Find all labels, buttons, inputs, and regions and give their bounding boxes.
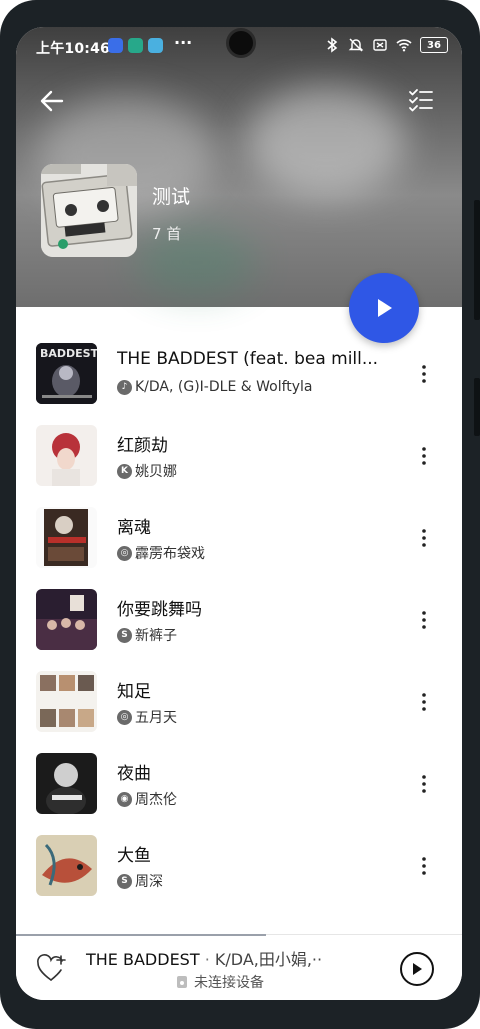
power-button xyxy=(474,378,480,436)
no-sim-icon xyxy=(373,39,387,51)
play-icon xyxy=(378,299,392,317)
more-options-icon[interactable] xyxy=(416,609,432,631)
list-item[interactable]: 离魂 ◎ 霹雳布袋戏 xyxy=(16,497,462,579)
album-art-dayu xyxy=(36,835,97,896)
bluetooth-icon xyxy=(327,37,338,53)
song-title: 红颜劫 xyxy=(117,436,168,456)
list-item[interactable]: 你要跳舞吗 S 新裤子 xyxy=(16,579,462,661)
more-notifications-icon: ··· xyxy=(174,33,193,52)
qq-music-icon: ◉ xyxy=(117,791,132,807)
playlist-title: 测试 xyxy=(152,186,191,208)
album-art xyxy=(36,507,97,568)
list-item[interactable]: BADDEST THE BADDEST (feat. bea mill... ♪… xyxy=(16,333,462,415)
more-options-icon[interactable] xyxy=(416,527,432,549)
music-note-icon: ♪ xyxy=(117,379,132,395)
list-item[interactable]: 红颜劫 K 姚贝娜 xyxy=(16,415,462,497)
song-artist: 周杰伦 xyxy=(135,792,177,808)
song-artist: 姚贝娜 xyxy=(135,464,177,480)
kugou-icon: K xyxy=(117,463,132,479)
music-app-s-icon: S xyxy=(117,627,132,643)
song-title: 知足 xyxy=(117,682,151,702)
netease-music-icon: ◎ xyxy=(117,545,132,561)
song-artist: 五月天 xyxy=(135,710,177,726)
album-art-hongyanjie xyxy=(36,425,97,486)
list-item[interactable]: 大鱼 S 周深 xyxy=(16,825,462,907)
wifi-icon xyxy=(396,39,412,52)
album-art-lihun xyxy=(36,507,97,568)
app-notification-icon xyxy=(108,38,123,53)
list-item[interactable]: 知足 ◎ 五月天 xyxy=(16,661,462,743)
song-title: 你要跳舞吗 xyxy=(117,600,202,620)
song-artist-row: S 周深 xyxy=(117,871,163,891)
speaker-device-icon xyxy=(177,976,187,988)
song-list: BADDEST THE BADDEST (feat. bea mill... ♪… xyxy=(16,333,462,907)
album-art xyxy=(36,425,97,486)
more-options-icon[interactable] xyxy=(416,363,432,385)
song-artist: 周深 xyxy=(135,874,163,890)
back-arrow-icon[interactable] xyxy=(38,87,66,115)
header-blur xyxy=(246,87,406,197)
add-favorite-icon[interactable] xyxy=(36,953,68,983)
mute-icon xyxy=(348,38,364,52)
song-artist: K/DA, (G)I-DLE & Wolftyla xyxy=(135,379,313,395)
status-icons: 36 xyxy=(324,37,448,53)
song-artist-row: ◎ 霹雳布袋戏 xyxy=(117,543,205,563)
multi-select-icon[interactable] xyxy=(408,87,434,113)
list-item[interactable]: 夜曲 ◉ 周杰伦 xyxy=(16,743,462,825)
device-status: 未连接设备 xyxy=(194,975,264,991)
song-artist: 霹雳布袋戏 xyxy=(135,546,205,562)
now-playing-separator: · xyxy=(204,950,210,969)
cassette-artwork xyxy=(41,164,137,257)
more-options-icon[interactable] xyxy=(416,445,432,467)
now-playing-text: THE BADDEST · K/DA,田小娟,·· xyxy=(86,946,322,970)
now-playing-title: THE BADDEST xyxy=(86,950,200,969)
song-title: 离魂 xyxy=(117,518,151,538)
album-art xyxy=(36,589,97,650)
playback-progress-bar xyxy=(16,934,266,936)
netease-music-icon: ◎ xyxy=(117,709,132,725)
song-artist-row: ◎ 五月天 xyxy=(117,707,177,727)
song-title: THE BADDEST (feat. bea mill... xyxy=(117,349,379,369)
status-bar: 上午10:46 ··· 36 xyxy=(16,27,462,67)
song-artist-row: K 姚贝娜 xyxy=(117,461,177,481)
album-art xyxy=(36,835,97,896)
svg-text:BADDEST: BADDEST xyxy=(40,347,97,360)
more-options-icon[interactable] xyxy=(416,691,432,713)
song-title: 大鱼 xyxy=(117,846,151,866)
song-artist-row: S 新裤子 xyxy=(117,625,177,645)
song-artist: 新裤子 xyxy=(135,628,177,644)
volume-button xyxy=(474,200,480,320)
more-options-icon[interactable] xyxy=(416,855,432,877)
song-title: 夜曲 xyxy=(117,764,151,784)
album-art xyxy=(36,753,97,814)
status-time: 上午10:46 xyxy=(36,41,110,57)
app-notification-icon xyxy=(148,38,163,53)
device-status-row: 未连接设备 xyxy=(176,972,264,992)
song-artist-row: ♪ K/DA, (G)I-DLE & Wolftyla xyxy=(117,379,313,395)
album-art xyxy=(36,671,97,732)
playlist-cover xyxy=(41,164,137,257)
more-options-icon[interactable] xyxy=(416,773,432,795)
battery-level: 36 xyxy=(427,39,441,51)
song-artist-row: ◉ 周杰伦 xyxy=(117,789,177,809)
now-playing-artist: K/DA,田小娟,·· xyxy=(214,950,323,969)
track-count: 7 首 xyxy=(152,225,182,243)
app-notification-icon xyxy=(128,38,143,53)
mini-play-button[interactable] xyxy=(400,952,434,986)
play-icon xyxy=(413,963,422,975)
music-app-s-icon: S xyxy=(117,873,132,889)
battery-indicator: 36 xyxy=(420,37,448,53)
album-art-niyaotiaowuma xyxy=(36,589,97,650)
album-art-yequ xyxy=(36,753,97,814)
album-art-zhizu xyxy=(36,671,97,732)
mini-player[interactable]: THE BADDEST · K/DA,田小娟,·· 未连接设备 xyxy=(16,934,462,1000)
screen: 上午10:46 ··· 36 测试 7 首 BADDEST THE BADDES… xyxy=(16,27,462,1000)
album-art: BADDEST xyxy=(36,343,97,404)
front-camera xyxy=(226,28,256,58)
album-art-baddest: BADDEST xyxy=(36,343,97,404)
